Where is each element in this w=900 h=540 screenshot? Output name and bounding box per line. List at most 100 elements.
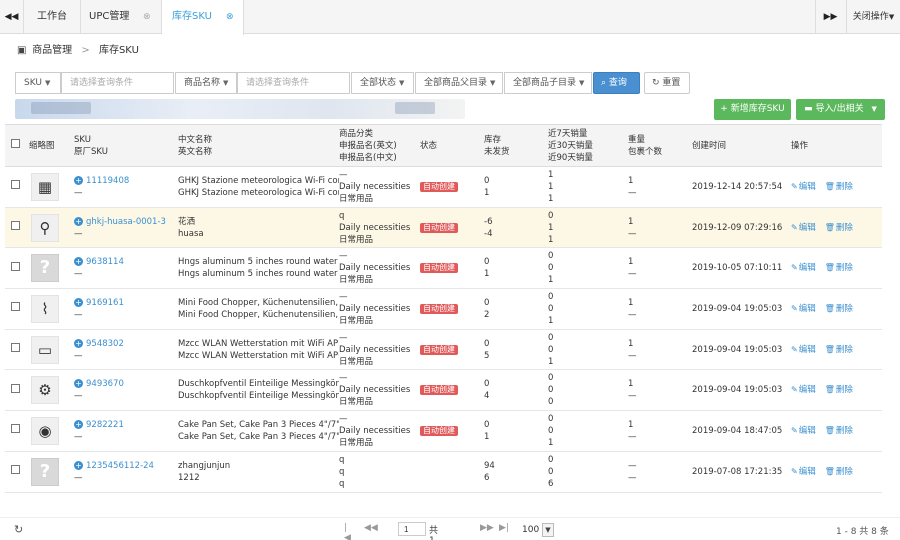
product-thumbnail[interactable]: ▭: [31, 335, 59, 364]
caret-down-icon[interactable]: ▼: [542, 523, 554, 537]
unshipped: 1: [484, 187, 490, 198]
tab-workbench[interactable]: 工作台: [24, 0, 81, 34]
col-sales-30[interactable]: 近30天销量: [548, 140, 628, 152]
delete-link[interactable]: 🗑删除: [825, 263, 853, 273]
sales-30d: 0: [548, 425, 554, 436]
delete-link[interactable]: 🗑删除: [825, 467, 853, 477]
delete-link[interactable]: 🗑删除: [825, 426, 853, 436]
delete-link[interactable]: 🗑删除: [825, 345, 853, 355]
page-total: 共 1 页: [429, 526, 439, 540]
edit-icon: ✎: [791, 222, 798, 232]
page-size-select[interactable]: 100: [522, 523, 539, 537]
product-thumbnail[interactable]: ◉: [31, 416, 59, 445]
name-search-input[interactable]: [237, 72, 350, 94]
first-page-icon[interactable]: |◀: [344, 523, 351, 540]
table-row: ? +1235456112-24— zhangjunjun 1212 q q q 94 6 0 0 6…: [5, 451, 882, 492]
import-export-dropdown[interactable]: ▬ 导入/出相关 ▼: [796, 99, 885, 120]
col-created[interactable]: 创建时间: [692, 141, 726, 151]
status-select[interactable]: 全部状态 ▼: [351, 72, 414, 94]
package-count: —: [628, 228, 637, 239]
col-unshipped[interactable]: 未发货: [484, 146, 548, 158]
expand-icon[interactable]: +: [74, 338, 83, 348]
page-number-input[interactable]: [398, 522, 426, 536]
row-checkbox[interactable]: [11, 302, 20, 312]
trash-icon: 🗑: [824, 425, 835, 435]
product-thumbnail[interactable]: ⚙: [31, 376, 59, 405]
row-checkbox[interactable]: [11, 261, 20, 271]
close-ops-dropdown[interactable]: 关闭操作▼: [846, 0, 900, 34]
col-weight[interactable]: 重量: [628, 134, 692, 146]
delete-link[interactable]: 🗑删除: [825, 385, 853, 395]
expand-icon[interactable]: +: [74, 460, 83, 470]
col-sales-90[interactable]: 近90天销量: [548, 152, 628, 164]
factory-sku: —: [74, 472, 83, 483]
row-checkbox[interactable]: [11, 383, 20, 393]
expand-icon[interactable]: +: [74, 419, 83, 429]
expand-icon[interactable]: +: [74, 257, 83, 267]
close-icon[interactable]: ⊗: [226, 0, 234, 34]
sku-search-input[interactable]: [61, 72, 174, 94]
row-checkbox[interactable]: [11, 343, 20, 353]
col-sku[interactable]: SKU: [74, 134, 178, 146]
reset-button[interactable]: ↻ 重置: [644, 72, 690, 94]
sku-field-select[interactable]: SKU ▼: [15, 72, 61, 94]
sku-link[interactable]: 1235456112-24: [86, 461, 154, 471]
edit-link[interactable]: ✎编辑: [791, 223, 816, 233]
last-page-icon[interactable]: ▶|: [499, 523, 509, 533]
product-thumbnail[interactable]: ⚲: [31, 213, 59, 242]
edit-link[interactable]: ✎编辑: [791, 467, 816, 477]
row-checkbox[interactable]: [11, 180, 20, 190]
sku-link[interactable]: 9169161: [86, 298, 124, 308]
edit-label: 编辑: [798, 181, 816, 192]
col-stock[interactable]: 库存: [484, 134, 548, 146]
refresh-icon[interactable]: ↻: [14, 523, 23, 536]
edit-link[interactable]: ✎编辑: [791, 345, 816, 355]
category: —: [339, 373, 348, 384]
close-icon[interactable]: ⊗: [143, 0, 151, 34]
sku-link[interactable]: 9548302: [86, 339, 124, 349]
sku-link[interactable]: 11119408: [86, 176, 129, 186]
row-checkbox[interactable]: [11, 221, 20, 231]
tab-scroll-right-button[interactable]: ▶▶: [815, 0, 845, 34]
search-button[interactable]: ⌕ 查询: [593, 72, 640, 94]
product-thumbnail[interactable]: ⌇: [31, 294, 59, 323]
select-all-checkbox[interactable]: [11, 139, 20, 148]
tab-scroll-left-button[interactable]: ◀◀: [0, 0, 24, 34]
product-thumbnail[interactable]: ▦: [31, 172, 59, 201]
parent-dir-select[interactable]: 全部商品父目录 ▼: [415, 72, 503, 94]
name-field-select[interactable]: 商品名称 ▼: [175, 72, 237, 94]
sku-link[interactable]: 9638114: [86, 257, 124, 267]
status-badge: 自动创建: [420, 425, 458, 436]
tab-sku[interactable]: 库存SKU ⊗: [162, 0, 244, 35]
expand-icon[interactable]: +: [74, 297, 83, 307]
placeholder-image-icon: ?: [31, 457, 59, 486]
edit-link[interactable]: ✎编辑: [791, 426, 816, 436]
edit-link[interactable]: ✎编辑: [791, 385, 816, 395]
prev-page-icon[interactable]: ◀◀: [364, 523, 378, 533]
child-dir-select[interactable]: 全部商品子目录 ▼: [504, 72, 592, 94]
sales-7d: 0: [548, 210, 554, 221]
breadcrumb-parent[interactable]: 商品管理: [32, 45, 72, 56]
edit-link[interactable]: ✎编辑: [791, 304, 816, 314]
package-count: —: [628, 431, 637, 442]
delete-link[interactable]: 🗑删除: [825, 223, 853, 233]
delete-link[interactable]: 🗑删除: [825, 304, 853, 314]
package-count: —: [628, 187, 637, 198]
sku-link[interactable]: 9282221: [86, 420, 124, 430]
edit-link[interactable]: ✎编辑: [791, 182, 816, 192]
row-checkbox[interactable]: [11, 424, 20, 434]
edit-link[interactable]: ✎编辑: [791, 263, 816, 273]
tab-upc[interactable]: UPC管理 ⊗: [81, 0, 162, 34]
factory-sku: —: [74, 350, 83, 361]
col-sales-7[interactable]: 近7天销量: [548, 128, 628, 140]
row-checkbox[interactable]: [11, 465, 20, 475]
delete-link[interactable]: 🗑删除: [825, 182, 853, 192]
add-sku-button[interactable]: + 新增库存SKU: [714, 99, 791, 120]
sku-link[interactable]: 9493670: [86, 379, 124, 389]
expand-icon[interactable]: +: [74, 175, 83, 185]
next-page-icon[interactable]: ▶▶: [480, 523, 494, 533]
expand-icon[interactable]: +: [74, 216, 83, 226]
sku-link[interactable]: ghkj-huasa-0001-3: [86, 217, 166, 227]
edit-label: 编辑: [798, 385, 816, 396]
expand-icon[interactable]: +: [74, 379, 83, 389]
